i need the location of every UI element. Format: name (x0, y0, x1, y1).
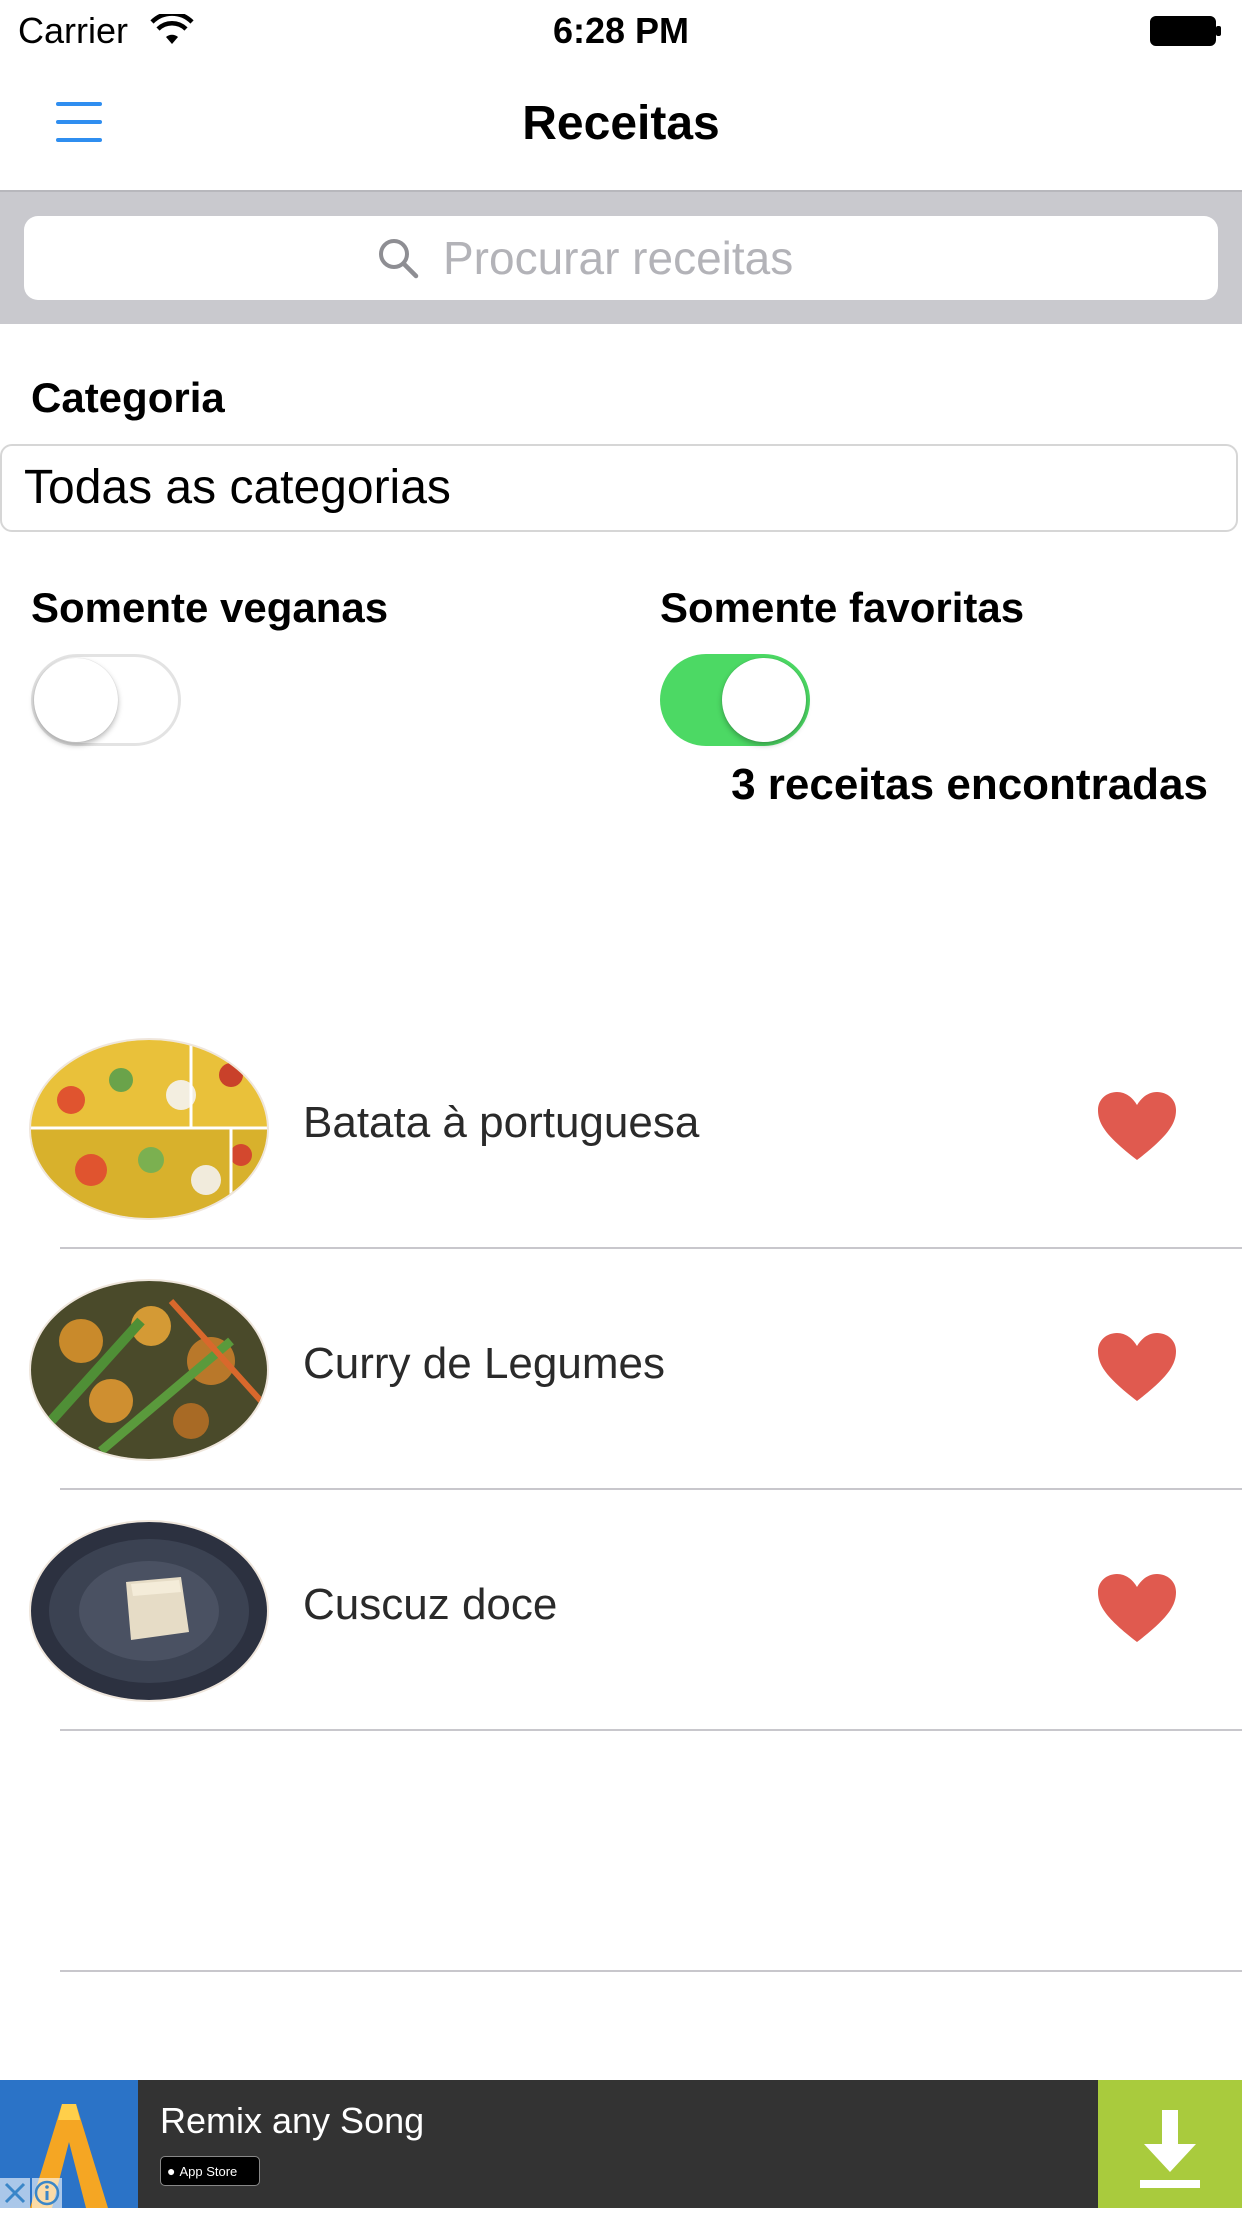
row-divider (60, 1970, 1242, 1972)
favorite-heart-icon[interactable] (1096, 1090, 1178, 1162)
ad-title: Remix any Song (160, 2100, 425, 2141)
recipe-thumbnail (31, 1522, 267, 1700)
results-count: 3 receitas encontradas (731, 760, 1208, 809)
ad-banner[interactable]: Remix any Song ● App Store (0, 2080, 1242, 2208)
vegan-only-toggle[interactable] (31, 654, 181, 746)
battery-icon (1150, 16, 1221, 46)
recipe-name: Curry de Legumes (303, 1339, 665, 1388)
recipe-row[interactable]: Curry de Legumes (0, 1281, 1242, 1521)
search-field[interactable] (24, 216, 1218, 300)
category-label: Categoria (31, 374, 225, 421)
toggle-knob (34, 658, 118, 742)
app-store-badge-label: App Store (179, 2163, 238, 2179)
row-divider (60, 1247, 1242, 1249)
recipe-thumbnail (31, 1281, 267, 1459)
row-divider (60, 1488, 1242, 1490)
vegan-only-label: Somente veganas (31, 584, 389, 631)
category-select[interactable]: Todas as categorias (0, 444, 1238, 532)
row-divider (60, 1729, 1242, 1731)
download-button[interactable] (1098, 2080, 1242, 2208)
search-input[interactable] (441, 230, 865, 286)
search-icon (379, 239, 419, 279)
recipe-name: Batata à portuguesa (303, 1098, 700, 1147)
recipe-row[interactable]: Cuscuz doce (0, 1522, 1242, 1762)
app-store-badge[interactable]: ● App Store (160, 2156, 260, 2186)
favorite-heart-icon[interactable] (1096, 1572, 1178, 1644)
favorites-only-toggle[interactable] (660, 654, 810, 746)
recipe-name: Cuscuz doce (303, 1580, 558, 1629)
favorites-only-label: Somente favoritas (660, 584, 1025, 631)
status-time: 6:28 PM (552, 10, 690, 51)
ad-info-icon[interactable] (32, 2178, 62, 2208)
toggle-knob (722, 658, 806, 742)
download-icon (1140, 2110, 1200, 2188)
recipe-thumbnail (31, 1040, 267, 1218)
page-title: Receitas (522, 97, 720, 150)
ad-close-icon[interactable] (0, 2178, 30, 2208)
favorite-heart-icon[interactable] (1096, 1331, 1178, 1403)
search-bar (0, 192, 1242, 324)
apple-icon: ● (167, 2163, 176, 2179)
recipe-row[interactable]: Batata à portuguesa (0, 1040, 1242, 1280)
